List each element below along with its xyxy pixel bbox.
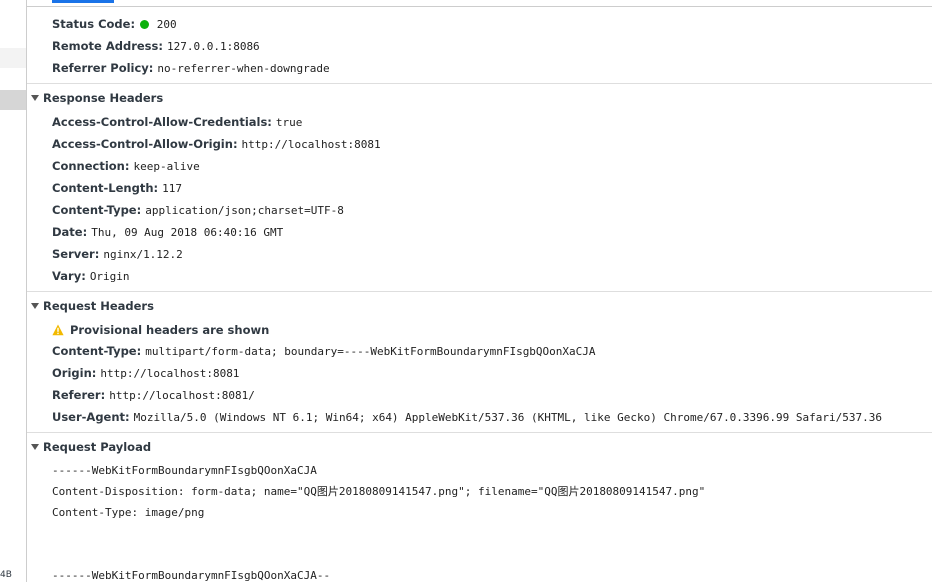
header-key: Vary: [52,269,86,283]
referrer-policy-row: Referrer Policy: no-referrer-when-downgra… [52,61,330,76]
triangle-down-icon [31,444,39,450]
request-list-row[interactable] [0,48,26,68]
provisional-headers-warning: Provisional headers are shown [52,323,269,337]
section-divider [27,291,932,292]
header-value: keep-alive [133,160,200,173]
request-list-panel[interactable]: 4B [0,0,27,582]
referrer-policy-label: Referrer Policy: [52,61,154,75]
status-code-value: 200 [156,18,177,31]
request-payload-title: Request Payload [43,440,152,454]
header-key: Content-Type: [52,203,142,217]
header-key: User-Agent: [52,410,130,424]
header-row: Origin: http://localhost:8081 [52,366,239,381]
header-key: Access-Control-Allow-Origin: [52,137,238,151]
status-code-label: Status Code: [52,17,136,31]
header-key: Access-Control-Allow-Credentials: [52,115,272,129]
status-ok-icon [140,20,150,29]
request-payload-toggle[interactable]: Request Payload [31,440,151,454]
status-code-row: Status Code: 200 [52,17,177,32]
header-value: 117 [162,182,182,195]
header-row: Access-Control-Allow-Origin: http://local… [52,137,381,152]
payload-line: Content-Type: image/png [52,506,205,519]
header-key: Content-Length: [52,181,159,195]
header-value: Mozilla/5.0 (Windows NT 6.1; Win64; x64)… [133,411,883,424]
header-key: Referer: [52,388,106,402]
header-key: Content-Type: [52,344,142,358]
header-value: application/json;charset=UTF-8 [145,204,344,217]
header-value: nginx/1.12.2 [103,248,183,261]
header-row: Content-Length: 117 [52,181,182,196]
remote-address-label: Remote Address: [52,39,163,53]
request-headers-toggle[interactable]: Request Headers [31,299,154,313]
header-row: Connection: keep-alive [52,159,200,174]
triangle-down-icon [31,95,39,101]
header-row: Date: Thu, 09 Aug 2018 06:40:16 GMT [52,225,283,240]
header-row: Access-Control-Allow-Credentials: true [52,115,302,130]
header-value: Thu, 09 Aug 2018 06:40:16 GMT [91,226,284,239]
remote-address-row: Remote Address: 127.0.0.1:8086 [52,39,260,54]
header-value: multipart/form-data; boundary=----WebKit… [145,345,596,358]
request-headers-title: Request Headers [43,299,154,313]
header-value: http://localhost:8081 [241,138,381,151]
header-key: Connection: [52,159,130,173]
request-list-size-text: 4B [0,570,12,580]
header-row: Referer: http://localhost:8081/ [52,388,255,403]
referrer-policy-value: no-referrer-when-downgrade [157,62,330,75]
payload-line: ------WebKitFormBoundarymnFIsgbQOonXaCJA [52,464,317,477]
header-key: Origin: [52,366,97,380]
section-divider [27,83,932,84]
section-divider [27,432,932,433]
header-value: http://localhost:8081 [100,367,240,380]
header-key: Server: [52,247,100,261]
header-key: Date: [52,225,88,239]
response-headers-title: Response Headers [43,91,164,105]
response-headers-toggle[interactable]: Response Headers [31,91,163,105]
header-value: Origin [89,270,130,283]
header-row: Content-Type: multipart/form-data; bounda… [52,344,596,359]
header-row: User-Agent: Mozilla/5.0 (Windows NT 6.1; … [52,410,882,425]
header-value: http://localhost:8081/ [109,389,255,402]
headers-panel: Status Code: 200 Remote Address: 127.0.0.… [27,0,932,582]
payload-line: Content-Disposition: form-data; name="QQ… [52,485,706,498]
header-value: true [275,116,303,129]
header-row: Server: nginx/1.12.2 [52,247,183,262]
header-row: Vary: Origin [52,269,130,284]
provisional-headers-text: Provisional headers are shown [70,323,270,337]
request-list-row-selected[interactable] [0,90,26,110]
warning-icon [52,324,64,336]
triangle-down-icon [31,303,39,309]
remote-address-value: 127.0.0.1:8086 [166,40,260,53]
payload-line: ------WebKitFormBoundarymnFIsgbQOonXaCJA… [52,569,331,582]
header-row: Content-Type: application/json;charset=UT… [52,203,344,218]
